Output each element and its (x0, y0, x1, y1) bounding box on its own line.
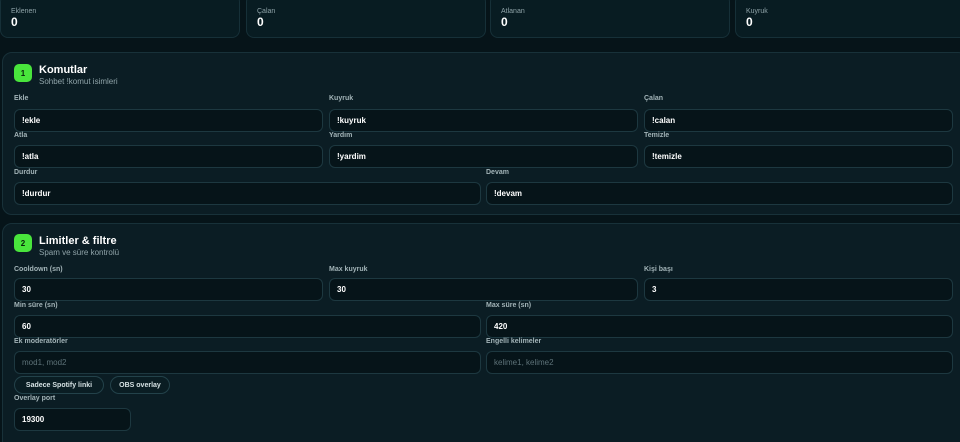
field-label-resume: Devam (486, 169, 509, 176)
field-label-per-user: Kişi başı (644, 266, 673, 273)
panel-subtitle: Sohbet !komut isimleri (39, 77, 118, 86)
cooldown-input[interactable]: 30 (14, 278, 323, 301)
stat-card-queue: Kuyruk 0 (735, 0, 960, 38)
per-user-input[interactable]: 3 (644, 278, 953, 301)
step-badge: 1 (14, 64, 32, 82)
help-command-input[interactable]: !yardim (329, 145, 638, 168)
add-command-input[interactable]: !ekle (14, 109, 323, 132)
field-label-help: Yardım (329, 132, 353, 139)
overlay-port-input[interactable]: 19300 (14, 408, 131, 431)
field-label-min-duration: Min süre (sn) (14, 302, 58, 309)
field-label-skip: Atla (14, 132, 28, 139)
field-label-stop: Durdur (14, 169, 38, 176)
panel-title: Komutlar (39, 64, 88, 76)
stat-value: 0 (11, 15, 18, 29)
clear-command-input[interactable]: !temizle (644, 145, 953, 168)
stat-value: 0 (501, 15, 508, 29)
field-label-extra-mods: Ek moderatörler (14, 338, 68, 345)
stat-label: Çalan (257, 8, 276, 15)
field-label-queue: Kuyruk (329, 95, 354, 102)
panel-title: Limitler & filtre (39, 235, 117, 247)
stat-value: 0 (257, 15, 264, 29)
max-queue-input[interactable]: 30 (329, 278, 638, 301)
min-duration-input[interactable]: 60 (14, 315, 481, 338)
queue-command-input[interactable]: !kuyruk (329, 109, 638, 132)
field-label-cooldown: Cooldown (sn) (14, 266, 63, 273)
stat-card-skipped: Atlanan 0 (490, 0, 730, 38)
max-duration-input[interactable]: 420 (486, 315, 953, 338)
field-label-overlay-port: Overlay port (14, 395, 56, 402)
panel-subtitle: Spam ve süre kontrolü (39, 248, 120, 257)
skip-command-input[interactable]: !atla (14, 145, 323, 168)
field-label-banned-words: Engelli kelimeler (486, 338, 542, 345)
stat-label: Kuyruk (746, 8, 768, 15)
stat-value: 0 (746, 15, 753, 29)
field-label-max-duration: Max süre (sn) (486, 302, 532, 309)
field-label-clear: Temizle (644, 132, 670, 139)
field-label-playing: Çalan (644, 95, 664, 102)
commands-panel: 1 Komutlar Sohbet !komut isimleri Ekle !… (2, 52, 960, 215)
stop-command-input[interactable]: !durdur (14, 182, 481, 205)
field-label-add: Ekle (14, 95, 29, 102)
limits-panel: 2 Limitler & filtre Spam ve süre kontrol… (2, 223, 960, 442)
stats-row: Eklenen 0 Çalan 0 Atlanan 0 Kuyruk 0 (0, 0, 960, 38)
banned-words-input[interactable]: kelime1, kelime2 (486, 351, 953, 374)
step-badge: 2 (14, 234, 32, 252)
stat-label: Eklenen (11, 8, 37, 15)
extra-mods-input[interactable]: mod1, mod2 (14, 351, 481, 374)
stat-card-playing: Çalan 0 (246, 0, 486, 38)
field-label-max-queue: Max kuyruk (329, 266, 368, 273)
stat-label: Atlanan (501, 8, 525, 15)
playing-command-input[interactable]: !calan (644, 109, 953, 132)
spotify-only-toggle[interactable]: Sadece Spotify linki (14, 376, 104, 394)
obs-overlay-toggle[interactable]: OBS overlay (110, 376, 170, 394)
resume-command-input[interactable]: !devam (486, 182, 953, 205)
stat-card-added: Eklenen 0 (0, 0, 240, 38)
